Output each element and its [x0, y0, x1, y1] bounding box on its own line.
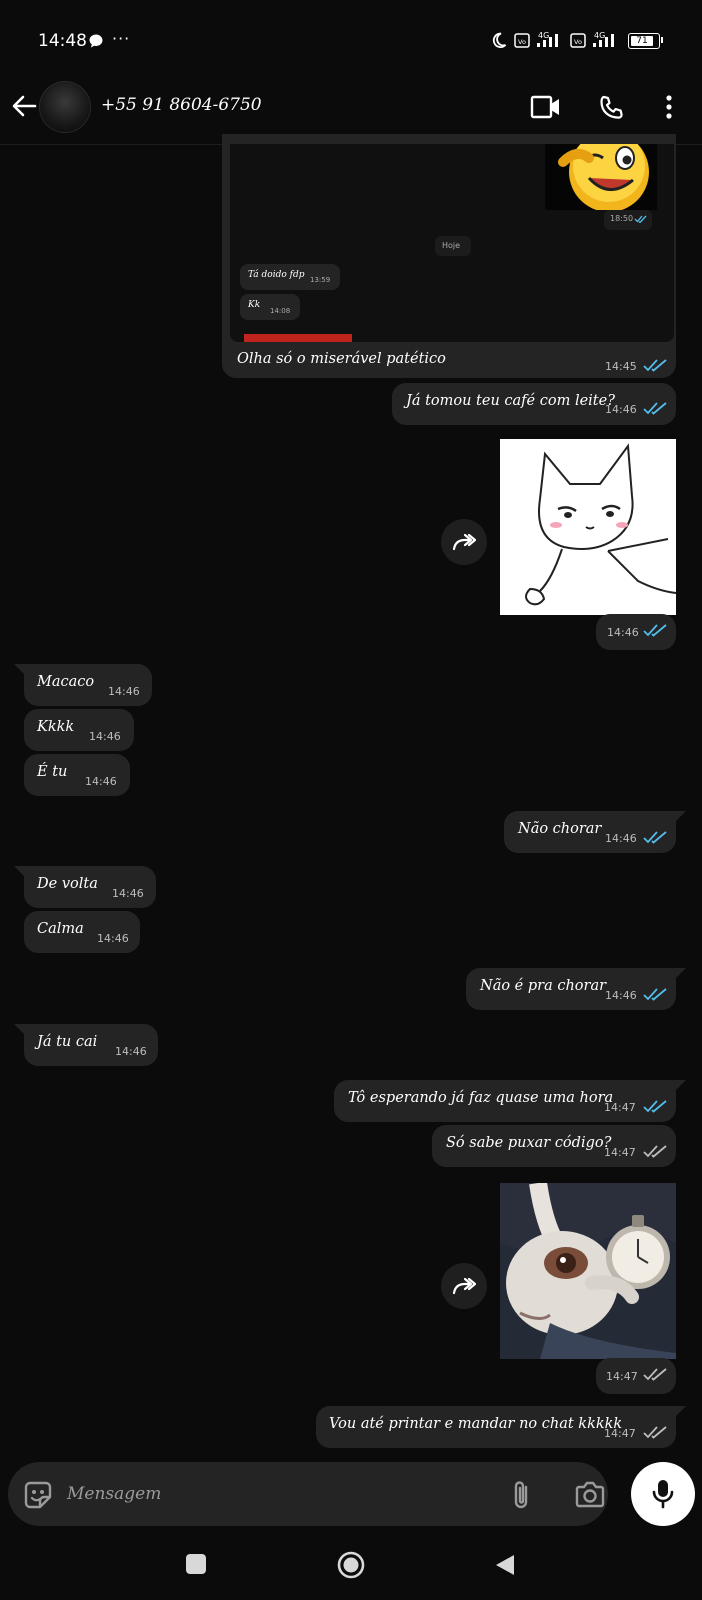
bubble-tail [676, 1406, 686, 1416]
status-bar: 14:48 ··· Vo 4G Vo 4G 71 [0, 0, 702, 80]
svg-text:4G: 4G [538, 31, 549, 40]
back-nav-icon[interactable] [494, 1553, 516, 1577]
attach-paperclip-icon[interactable] [508, 1479, 536, 1511]
read-ticks-icon [643, 359, 667, 372]
message-time: 14:46 [605, 403, 637, 416]
bubble-tail [676, 968, 686, 978]
message-text: Já tu cai [37, 1034, 98, 1050]
bubble-tail [14, 1024, 24, 1034]
day-divider-label: Hoje [442, 241, 461, 250]
signal-sim1-icon: Vo 4G [514, 31, 558, 48]
message-text: Vou até printar e mandar no chat kkkkk [329, 1416, 623, 1432]
white-rabbit-image[interactable] [500, 1183, 676, 1359]
message-time: 14:46 [115, 1045, 147, 1058]
read-ticks-icon [643, 1100, 667, 1113]
quoted-msg2: Kk [248, 300, 261, 310]
read-ticks-icon [643, 624, 667, 637]
forward-icon [452, 533, 477, 551]
message-time: 14:46 [108, 685, 140, 698]
message-text: Tô esperando já faz quase uma hora [348, 1090, 614, 1106]
read-ticks-icon [643, 402, 667, 415]
message-input[interactable]: Mensagem [67, 1484, 161, 1504]
message-time: 14:46 [607, 626, 639, 639]
quoted-screenshot-image[interactable]: 18:50 Hoje Tá doido fdp 13:59 Kk 14:08 [230, 144, 674, 342]
home-icon[interactable] [336, 1550, 366, 1580]
bubble-tail [14, 866, 24, 876]
white-rabbit-with-watch [500, 1183, 676, 1359]
message-time: 14:47 [604, 1146, 636, 1159]
status-time: 14:48 [38, 31, 87, 51]
bubble-tail [676, 1080, 686, 1090]
contact-avatar[interactable] [40, 82, 90, 132]
message-text: Kkkk [37, 719, 75, 735]
winking-emoji-icon [558, 144, 649, 212]
svg-text:4G: 4G [594, 31, 605, 40]
back-arrow-icon[interactable] [10, 92, 38, 120]
message-time: 14:45 [605, 360, 637, 373]
quoted-msg1-time: 13:59 [310, 276, 331, 284]
message-text: Já tomou teu café com leite? [406, 393, 615, 409]
chat-bubble-icon [89, 34, 103, 48]
voice-call-icon[interactable] [597, 94, 625, 122]
microphone-icon [652, 1480, 674, 1509]
battery-level: 71 [631, 36, 653, 46]
contact-name[interactable]: +55 91 8604-6750 [101, 95, 262, 115]
forward-button[interactable] [441, 1263, 487, 1309]
message-time: 14:46 [89, 730, 121, 743]
message-time: 14:47 [604, 1101, 636, 1114]
more-options-icon[interactable] [659, 93, 679, 121]
voice-record-button[interactable] [631, 1462, 695, 1526]
forward-icon [452, 1277, 477, 1295]
signal-sim2-icon: Vo 4G [570, 31, 614, 48]
message-time: 14:46 [605, 832, 637, 845]
cartoon-cat-drawing [525, 443, 677, 606]
message-time: 14:46 [605, 989, 637, 1002]
emoji-sticker [545, 144, 657, 212]
battery-icon: 71 [628, 33, 660, 49]
bubble-tail [14, 664, 24, 674]
message-text: É tu [37, 764, 68, 780]
quoted-red-strip [244, 334, 352, 342]
message-time: 14:47 [606, 1370, 638, 1383]
sent-ticks-icon [643, 1145, 667, 1158]
sticker-emoji-icon[interactable] [22, 1479, 54, 1511]
message-text: Macaco [37, 674, 95, 690]
camera-icon[interactable] [574, 1480, 606, 1510]
forward-button[interactable] [441, 519, 487, 565]
svg-text:Vo: Vo [574, 38, 582, 46]
message-text: Só sabe puxar código? [446, 1135, 612, 1151]
message-time: 14:46 [85, 775, 117, 788]
cat-sticker-image[interactable] [500, 439, 677, 615]
do-not-disturb-moon-icon [492, 32, 507, 48]
message-text: Calma [37, 921, 84, 937]
read-ticks-icon [643, 831, 667, 844]
message-text: Olha só o miserável patético [237, 351, 446, 367]
video-call-icon[interactable] [530, 94, 562, 120]
more-notifications-icon: ··· [112, 29, 131, 48]
quoted-read-ticks-icon [634, 215, 647, 223]
message-time: 14:46 [97, 932, 129, 945]
sent-ticks-icon [643, 1426, 667, 1439]
sent-ticks-icon [643, 1368, 667, 1381]
quoted-time-top: 18:50 [610, 214, 634, 223]
battery-tip [661, 37, 663, 43]
quoted-msg1: Tá doido fdp [248, 270, 305, 280]
message-text: Não é pra chorar [480, 978, 607, 994]
quoted-msg2-time: 14:08 [270, 307, 291, 315]
read-ticks-icon [643, 988, 667, 1001]
message-time: 14:47 [604, 1427, 636, 1440]
svg-text:Vo: Vo [518, 38, 526, 46]
message-time: 14:46 [112, 887, 144, 900]
message-text: De volta [37, 876, 98, 892]
bubble-tail [676, 811, 686, 821]
recent-apps-icon[interactable] [186, 1554, 206, 1574]
message-text: Não chorar [518, 821, 602, 837]
